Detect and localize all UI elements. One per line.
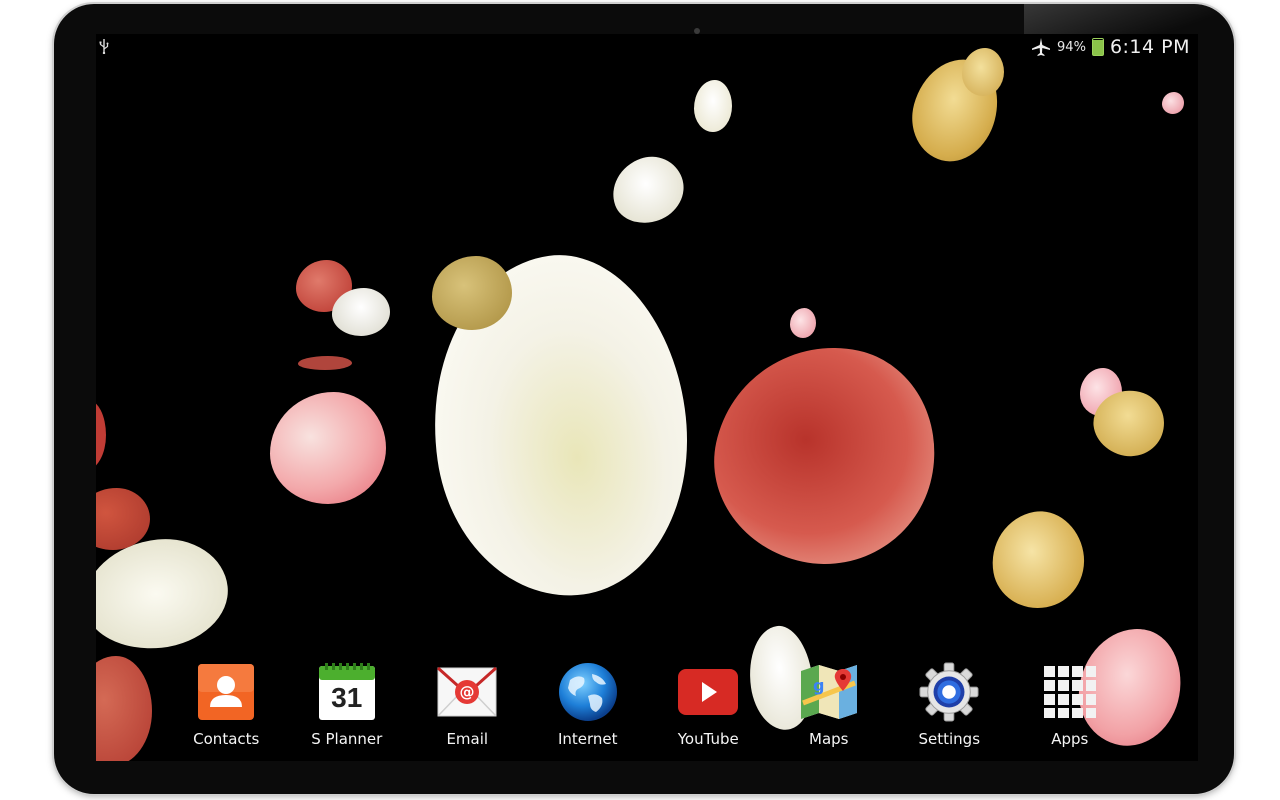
globe-icon: [558, 662, 618, 722]
app-label: Apps: [1051, 730, 1089, 748]
petal-red-large: [695, 325, 955, 585]
svg-text:@: @: [460, 683, 475, 701]
petal-white-small: [332, 288, 390, 336]
app-label: Email: [446, 730, 489, 748]
svg-text:g: g: [813, 676, 824, 695]
contacts-icon: [196, 662, 256, 722]
app-grid-icon: [1040, 662, 1100, 722]
petal-white-tiny: [694, 80, 732, 132]
app-s-planner[interactable]: 31 S Planner: [287, 662, 408, 754]
app-dock: Contacts 31 S Planner @ Email Internet Y…: [166, 662, 1198, 754]
petal-red-left-edge: [96, 488, 150, 550]
app-label: Internet: [557, 730, 618, 748]
app-label: Maps: [809, 730, 849, 748]
app-label: S Planner: [311, 730, 383, 748]
status-icons: 94% 6:14 PM: [1031, 34, 1190, 60]
battery-icon: [1091, 38, 1104, 56]
airplane-mode-icon: [1032, 38, 1051, 56]
email-icon: @: [437, 662, 498, 722]
petal-white-top: [603, 147, 693, 233]
clock: 6:14 PM: [1109, 36, 1190, 58]
petal-red-sliver: [298, 356, 352, 370]
app-label: Contacts: [193, 730, 260, 748]
app-internet[interactable]: Internet: [528, 662, 649, 754]
petal-pink-tiny-center: [790, 308, 816, 338]
app-label: YouTube: [677, 730, 739, 748]
app-settings[interactable]: Settings: [889, 662, 1010, 754]
usb-icon: [99, 39, 109, 54]
youtube-icon: [678, 662, 739, 722]
app-apps[interactable]: Apps: [1010, 662, 1131, 754]
app-label: Settings: [918, 730, 981, 748]
petal-pink-left: [270, 392, 386, 504]
app-youtube[interactable]: YouTube: [648, 662, 769, 754]
battery-percent: 94%: [1057, 39, 1086, 55]
petal-gold-lower-right: [984, 504, 1092, 616]
petal-white-left-edge: [96, 532, 234, 656]
maps-icon: g: [799, 662, 859, 722]
home-screen: 94% 6:14 PM Contacts 31 S Planner @ Emai…: [96, 34, 1198, 761]
calendar-icon: 31: [317, 662, 377, 722]
petal-gold-behind: [432, 256, 512, 330]
petal-red-left-edge-2: [96, 400, 106, 470]
calendar-date: 31: [331, 682, 363, 713]
app-contacts[interactable]: Contacts: [166, 662, 287, 754]
gear-icon: [919, 662, 979, 722]
app-maps[interactable]: g Maps: [769, 662, 890, 754]
app-email[interactable]: @ Email: [407, 662, 528, 754]
status-bar: 94% 6:14 PM: [96, 34, 1198, 60]
petal-pink-tiny-top: [1162, 92, 1184, 114]
petal-red-bottom-left: [96, 656, 152, 761]
